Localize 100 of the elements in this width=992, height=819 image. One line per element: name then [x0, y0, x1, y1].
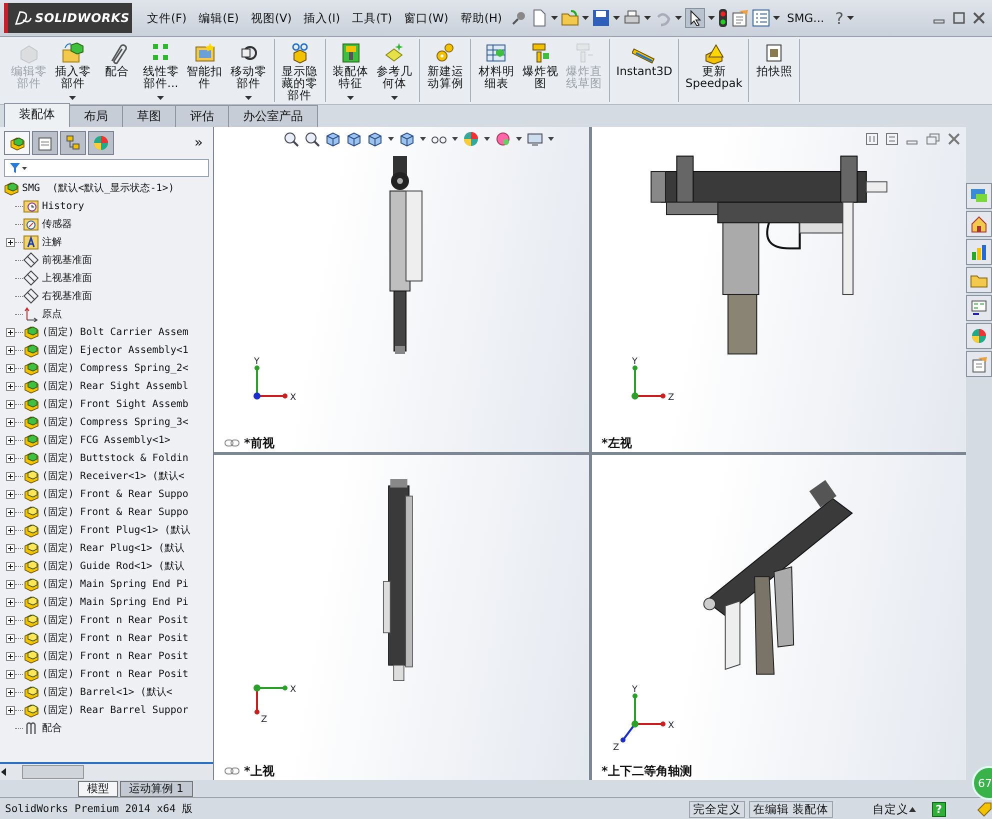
expand-plus-icon[interactable]	[6, 544, 15, 552]
tree-item[interactable]: SMG (默认<默认_显示状态-1>)	[22, 181, 174, 195]
tree-item[interactable]: (固定) Compress Spring_3<	[42, 415, 188, 429]
command-button[interactable]: 新建运动算例	[423, 39, 468, 102]
menu-item[interactable]: 插入(I)	[298, 8, 346, 28]
expand-plus-icon[interactable]	[6, 616, 15, 624]
command-button[interactable]: 配合	[94, 39, 139, 102]
menu-item[interactable]: 编辑(E)	[194, 8, 244, 28]
cube-shaded-icon[interactable]	[398, 131, 415, 147]
expand-plus-icon[interactable]	[6, 382, 15, 390]
tree-item[interactable]: (固定) Buttstock & Foldin	[42, 451, 188, 465]
expand-plus-icon[interactable]	[6, 670, 15, 678]
scroll-thumb[interactable]	[22, 765, 84, 779]
dropdown-caret-icon[interactable]	[484, 137, 490, 141]
viewport[interactable]: Y Z *左视	[592, 127, 966, 452]
dropdown-caret-icon[interactable]	[551, 16, 558, 20]
dropdown-caret-icon[interactable]	[516, 137, 522, 141]
pushpin-icon[interactable]	[511, 10, 528, 26]
tree-item[interactable]: 前视基准面	[42, 253, 92, 267]
command-button[interactable]: 显示隐藏的零部件	[278, 39, 322, 102]
tree-item[interactable]: (固定) Rear Barrel Suppor	[42, 703, 188, 717]
task-pane-tab[interactable]	[966, 351, 992, 377]
tree-item[interactable]: 右视基准面	[42, 289, 92, 303]
tree-item[interactable]: (固定) Compress Spring_2<	[42, 361, 188, 375]
expand-plus-icon[interactable]	[6, 508, 15, 516]
viewport[interactable]: Y X Z *上下二等角轴测	[592, 455, 966, 780]
dropdown-caret-icon[interactable]	[388, 137, 394, 141]
menu-item[interactable]: 窗口(W)	[399, 8, 454, 28]
dropdown-caret-icon[interactable]	[69, 96, 76, 100]
menu-item[interactable]: 视图(V)	[246, 8, 297, 28]
close-icon[interactable]	[972, 11, 986, 25]
expand-plus-icon[interactable]	[6, 490, 15, 498]
model-tab[interactable]: 模型	[78, 780, 118, 796]
task-pane-tab[interactable]	[966, 267, 992, 293]
panel-tab[interactable]	[60, 131, 86, 155]
expand-plus-icon[interactable]	[6, 706, 15, 714]
model-tab[interactable]: 运动算例 1	[120, 780, 192, 796]
dropdown-caret-icon[interactable]	[452, 137, 458, 141]
tree-item[interactable]: (固定) Front n Rear Posit	[42, 649, 188, 663]
expand-plus-icon[interactable]	[6, 346, 15, 354]
command-button[interactable]: 装配体特征	[328, 39, 372, 102]
dropdown-caret-icon[interactable]	[245, 96, 252, 100]
command-button[interactable]: 移动零部件	[226, 39, 271, 102]
viewport[interactable]: X Z *上视	[214, 455, 588, 780]
expand-plus-icon[interactable]	[6, 634, 15, 642]
dropdown-caret-icon[interactable]	[420, 137, 426, 141]
tree-item[interactable]: (固定) Front n Rear Posit	[42, 667, 188, 681]
zoom-area-icon[interactable]	[304, 131, 320, 147]
maximize-icon[interactable]	[952, 11, 966, 25]
tree-item[interactable]: 原点	[42, 307, 62, 321]
command-button[interactable]: 智能扣件	[182, 39, 227, 102]
cube-icon[interactable]	[366, 131, 383, 147]
menu-item[interactable]: 文件(F)	[142, 8, 192, 28]
expand-plus-icon[interactable]	[6, 418, 15, 426]
expand-plus-icon[interactable]	[6, 562, 15, 570]
command-tab[interactable]: 布局	[69, 105, 123, 127]
menu-item[interactable]: 工具(T)	[347, 8, 398, 28]
tree-item[interactable]: 注解	[42, 235, 62, 249]
command-tab[interactable]: 装配体	[4, 103, 70, 127]
sphere-icon[interactable]	[462, 131, 479, 147]
palette-sphere-icon[interactable]	[494, 131, 511, 147]
tree-item[interactable]: (固定) Front n Rear Posit	[42, 631, 188, 645]
task-pane-tab[interactable]	[966, 323, 992, 349]
units-button[interactable]: 自定义	[872, 802, 909, 816]
filter-field[interactable]	[4, 159, 209, 177]
tree-item[interactable]: 上视基准面	[42, 271, 92, 285]
command-button[interactable]: Instant3D	[613, 39, 676, 102]
expand-plus-icon[interactable]	[6, 688, 15, 696]
command-tab[interactable]: 评估	[175, 105, 229, 127]
expand-plus-icon[interactable]	[6, 400, 15, 408]
command-button[interactable]: 爆炸视图	[518, 39, 562, 102]
tree-item[interactable]: (固定) Front n Rear Posit	[42, 613, 188, 627]
tree-item[interactable]: (固定) FCG Assembly<1>	[42, 433, 170, 447]
task-pane-tab[interactable]	[966, 211, 992, 237]
command-button[interactable]: 更新Speedpak	[682, 39, 746, 102]
tree-item[interactable]: (固定) Ejector Assembly<1	[42, 343, 188, 357]
expand-plus-icon[interactable]	[6, 454, 15, 462]
tree-item[interactable]: (固定) Receiver<1> (默认<	[42, 469, 184, 483]
command-tab[interactable]: 草图	[122, 105, 176, 127]
command-button[interactable]: 插入零部件	[50, 39, 95, 102]
tree-item[interactable]: (固定) Main Spring End Pi	[42, 577, 188, 591]
expand-plus-icon[interactable]	[6, 436, 15, 444]
command-button[interactable]: 材料明细表	[474, 39, 518, 102]
select-button[interactable]	[685, 8, 706, 28]
monitor-icon[interactable]	[526, 131, 543, 147]
clipboard-icon[interactable]	[731, 9, 750, 27]
dropdown-caret-icon[interactable]	[708, 16, 716, 20]
tree-item[interactable]: 传感器	[42, 217, 72, 231]
tree-item[interactable]: (固定) Barrel<1> (默认<	[42, 685, 172, 699]
open-folder-icon[interactable]	[561, 9, 580, 27]
expand-plus-icon[interactable]	[6, 238, 15, 246]
expand-plus-icon[interactable]	[6, 598, 15, 606]
expand-plus-icon[interactable]	[6, 526, 15, 534]
dropdown-caret-icon[interactable]	[613, 16, 620, 20]
panel-tab[interactable]	[32, 131, 58, 155]
tree-item[interactable]: (固定) Front & Rear Suppo	[42, 505, 188, 519]
help-button[interactable]: ?	[835, 8, 844, 28]
command-button[interactable]: 参考几何体	[372, 39, 416, 102]
tree-item[interactable]: (固定) Main Spring End Pi	[42, 595, 188, 609]
traffic-light-icon[interactable]	[718, 9, 728, 27]
